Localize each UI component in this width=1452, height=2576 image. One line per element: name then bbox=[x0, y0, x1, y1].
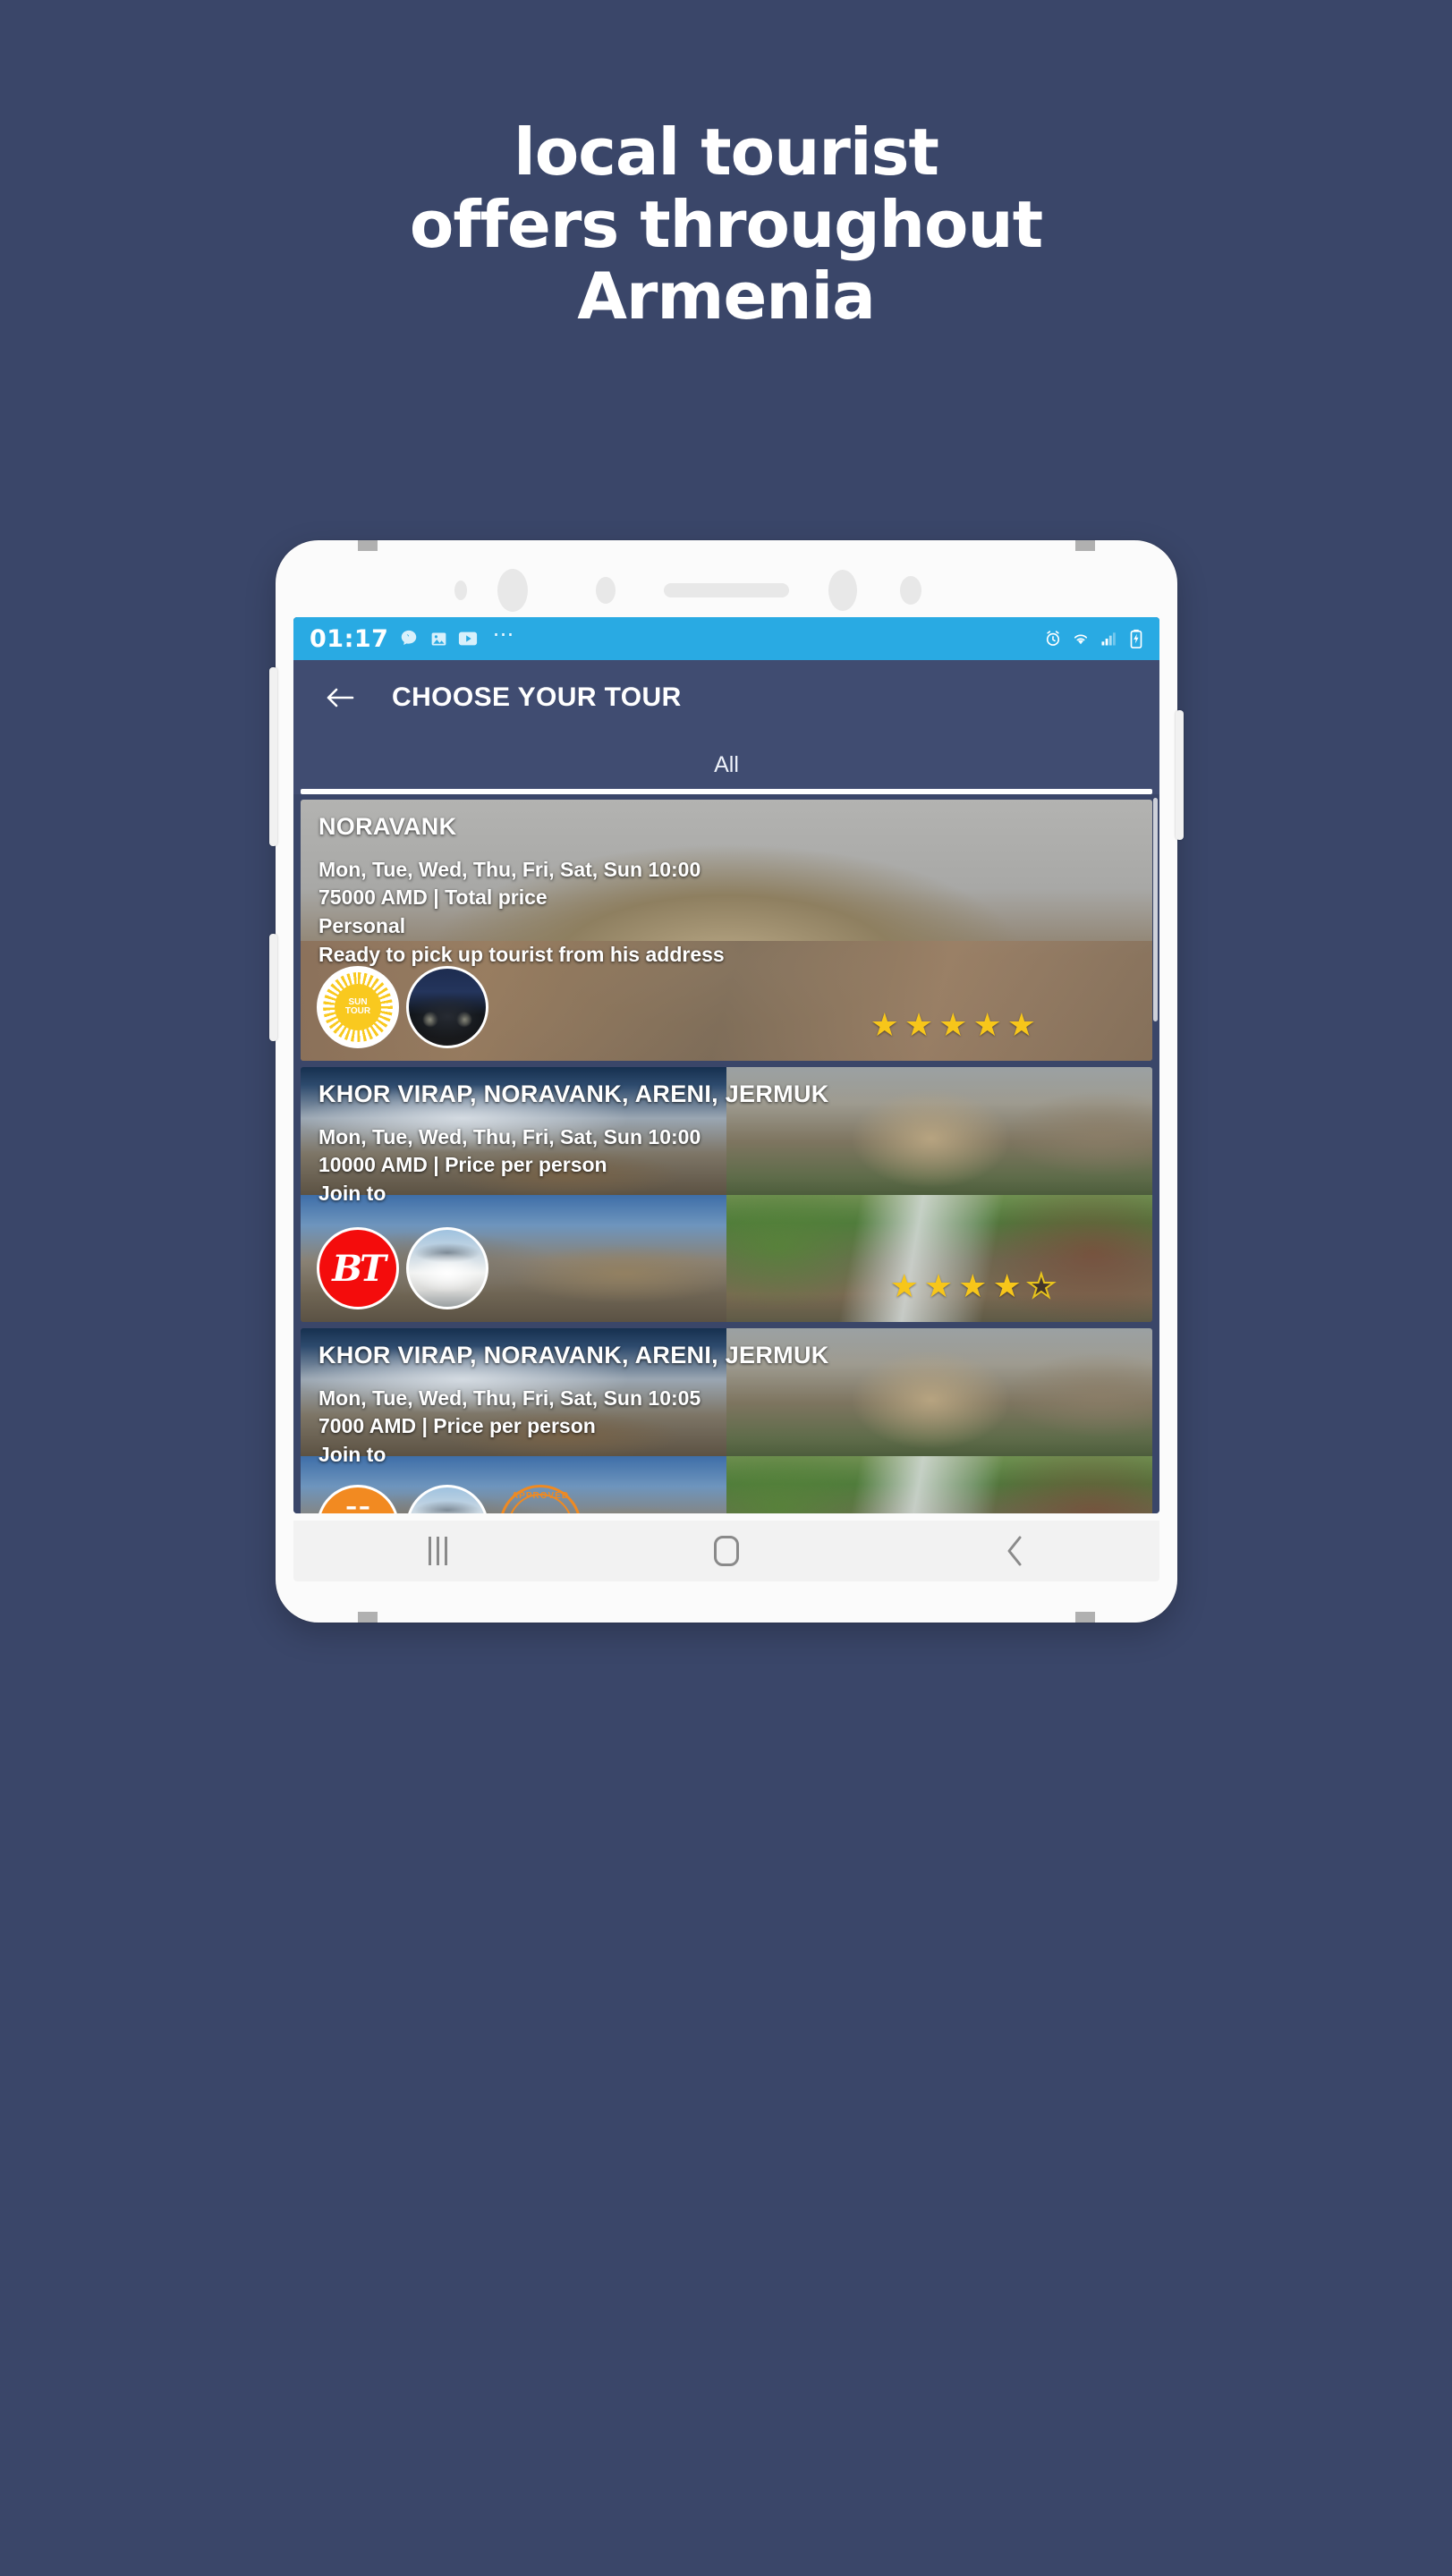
tour-badges: SUN TOUR bbox=[317, 966, 488, 1048]
proximity-sensor-icon bbox=[454, 580, 467, 600]
bt-tour-logo-text: BT bbox=[332, 1247, 386, 1290]
youtube-icon bbox=[457, 628, 479, 649]
home-button[interactable] bbox=[677, 1521, 776, 1581]
tour-photo-noravank bbox=[726, 1067, 1152, 1195]
status-bar: 01:17 ⋯ bbox=[293, 617, 1159, 660]
recents-button[interactable] bbox=[388, 1521, 487, 1581]
star-filled: ★ bbox=[923, 1267, 954, 1304]
tour-card-noravank[interactable]: NORAVANK Mon, Tue, Wed, Thu, Fri, Sat, S… bbox=[301, 800, 1152, 1061]
back-icon bbox=[1007, 1536, 1022, 1566]
star-filled: ★ bbox=[958, 1267, 988, 1304]
android-navigation-bar bbox=[293, 1521, 1159, 1581]
light-sensor-icon bbox=[596, 577, 616, 604]
tab-all[interactable]: All bbox=[714, 752, 739, 778]
back-arrow-icon[interactable] bbox=[320, 678, 360, 717]
page-title: CHOOSE YOUR TOUR bbox=[392, 682, 682, 712]
tour-rating-stars: ★ ★ ★ ★ ★ bbox=[870, 1009, 1036, 1041]
tour-card-khor-virap-10-05[interactable]: KHOR VIRAP, NORAVANK, ARENI, JERMUK Mon,… bbox=[301, 1328, 1152, 1513]
star-filled: ★ bbox=[904, 1006, 934, 1043]
back-button[interactable] bbox=[966, 1521, 1065, 1581]
tour-photo-jermuk-waterfall bbox=[726, 1455, 1152, 1513]
recents-icon bbox=[428, 1537, 447, 1565]
bt-tour-logo[interactable]: BT bbox=[317, 1227, 399, 1309]
tour-badges: BT bbox=[317, 1227, 488, 1309]
power-button[interactable] bbox=[1176, 710, 1184, 840]
viber-icon bbox=[398, 628, 420, 649]
volume-button[interactable] bbox=[269, 667, 277, 846]
star-filled: ★ bbox=[972, 1006, 1002, 1043]
sun-tour-logo-text: SUN TOUR bbox=[344, 996, 371, 1016]
status-system-icons bbox=[1042, 628, 1147, 649]
antenna-band-bottom-left bbox=[358, 1612, 378, 1623]
more-notifications-icon: ⋯ bbox=[492, 623, 516, 647]
led-indicator-icon bbox=[900, 576, 921, 605]
sun-core-icon: SUN TOUR bbox=[335, 984, 381, 1030]
status-notification-icons: ⋯ bbox=[398, 624, 515, 649]
vehicle-photo-white-minibus[interactable] bbox=[406, 1485, 488, 1513]
tour-card-khor-virap-10-00[interactable]: KHOR VIRAP, NORAVANK, ARENI, JERMUK Mon,… bbox=[301, 1067, 1152, 1322]
tab-bar: All bbox=[293, 735, 1159, 794]
urartu-glyph-icon: ☷ bbox=[336, 1504, 378, 1513]
scrollbar-thumb[interactable] bbox=[1153, 798, 1158, 1021]
promo-headline: local tourist offers throughout Armenia bbox=[409, 114, 1043, 335]
tour-photo-khor-virap bbox=[301, 1067, 726, 1195]
wifi-icon bbox=[1070, 628, 1091, 649]
antenna-band-top-left bbox=[358, 540, 378, 551]
stamp-approved-text: APPROVED bbox=[511, 1491, 570, 1501]
status-time: 01:17 bbox=[310, 624, 389, 653]
app-bar: CHOOSE YOUR TOUR bbox=[293, 660, 1159, 735]
tour-badges: ☷ UrArTu APPROVED MY Tours bbox=[317, 1481, 585, 1513]
alarm-icon bbox=[1042, 628, 1064, 649]
star-filled: ★ bbox=[992, 1267, 1022, 1304]
tour-rating-stars: ★ ★ ★ ★ ★ bbox=[889, 1267, 1057, 1304]
antenna-band-bottom-right bbox=[1075, 1612, 1095, 1623]
antenna-band-top-right bbox=[1075, 540, 1095, 551]
phone-mockup: 01:17 ⋯ CHOOSE YOUR TOUR All NORAVANK Mo… bbox=[269, 540, 1184, 1623]
phone-screen: 01:17 ⋯ CHOOSE YOUR TOUR All NORAVANK Mo… bbox=[293, 617, 1159, 1513]
star-filled: ★ bbox=[870, 1006, 899, 1043]
tour-photo-khor-virap bbox=[301, 1328, 726, 1456]
gallery-icon bbox=[428, 628, 449, 649]
star-filled: ★ bbox=[1006, 1006, 1036, 1043]
bixby-button[interactable] bbox=[269, 934, 277, 1041]
earpiece-speaker bbox=[664, 583, 789, 597]
battery-charging-icon bbox=[1125, 628, 1147, 649]
cellular-signal-icon bbox=[1098, 628, 1119, 649]
star-filled: ★ bbox=[889, 1267, 919, 1304]
front-camera-icon bbox=[497, 569, 528, 612]
vehicle-photo-black-van[interactable] bbox=[406, 966, 488, 1048]
urartu-tour-logo[interactable]: ☷ UrArTu bbox=[317, 1485, 399, 1513]
tour-list[interactable]: NORAVANK Mon, Tue, Wed, Thu, Fri, Sat, S… bbox=[293, 794, 1159, 1513]
sensor-strip bbox=[276, 565, 1177, 615]
sun-tour-logo[interactable]: SUN TOUR bbox=[317, 966, 399, 1048]
star-empty: ★ bbox=[1026, 1267, 1057, 1304]
vehicle-photo-white-van[interactable] bbox=[406, 1227, 488, 1309]
home-icon bbox=[713, 1536, 739, 1566]
iris-scanner-icon bbox=[828, 570, 857, 611]
star-filled: ★ bbox=[938, 1006, 968, 1043]
my-tours-approved-stamp[interactable]: APPROVED MY Tours bbox=[496, 1481, 585, 1513]
tour-photo-noravank bbox=[726, 1328, 1152, 1456]
